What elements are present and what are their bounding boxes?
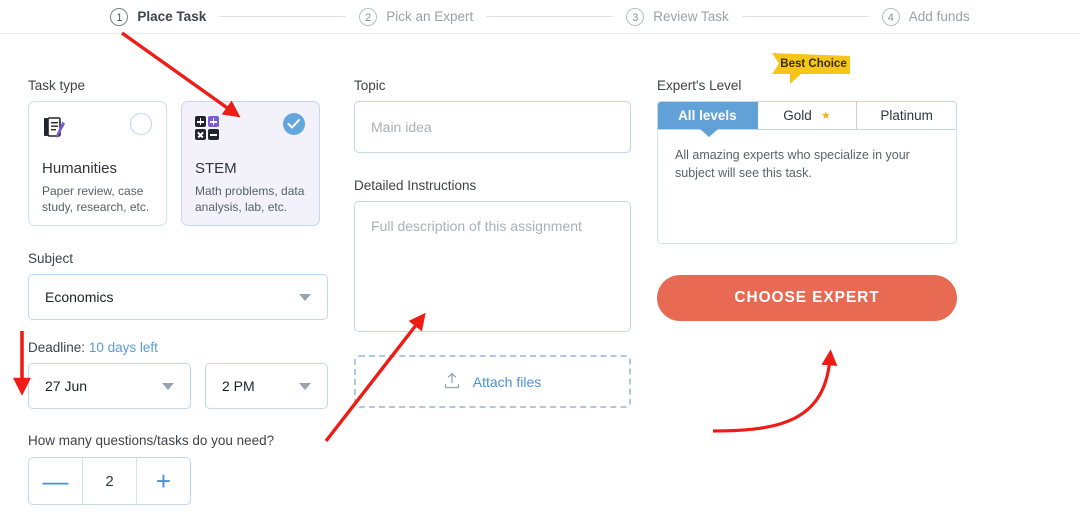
- expert-level-description: All amazing experts who specialize in yo…: [675, 148, 910, 180]
- tab-platinum[interactable]: Platinum: [857, 102, 956, 129]
- star-icon: ★: [820, 110, 831, 122]
- active-tab-notch: [700, 129, 718, 137]
- instructions-textarea[interactable]: Full description of this assignment: [354, 201, 631, 332]
- progress-stepper: 1 Place Task 2 Pick an Expert 3 Review T…: [0, 0, 1080, 34]
- expert-level-label: Expert's Level Best Choice: [657, 53, 957, 93]
- middle-column: Topic Main idea Detailed Instructions Fu…: [354, 78, 631, 408]
- task-type-radio-humanities[interactable]: [130, 113, 152, 135]
- tab-label: Platinum: [880, 108, 933, 123]
- step-number: 3: [626, 7, 645, 26]
- tab-label: All levels: [678, 108, 737, 123]
- attach-files-label: Attach files: [472, 373, 542, 390]
- quantity-decrement-button[interactable]: —: [29, 458, 82, 504]
- attach-files-dropzone[interactable]: Attach files: [354, 355, 631, 408]
- deadline-time-value: 2 PM: [222, 378, 255, 394]
- instructions-label: Detailed Instructions: [354, 178, 477, 193]
- left-column: Task type Humanities Paper review, case …: [28, 78, 328, 505]
- step-connector: [741, 16, 869, 17]
- card-title: STEM: [195, 160, 237, 177]
- chevron-down-icon: [299, 383, 311, 390]
- quantity-increment-button[interactable]: +: [137, 458, 190, 504]
- topic-label: Topic: [354, 78, 386, 93]
- deadline-label-text: Deadline:: [28, 340, 86, 355]
- step-pick-an-expert[interactable]: 2 Pick an Expert: [359, 7, 474, 26]
- card-description: Math problems, data analysis, lab, etc.: [195, 184, 305, 214]
- topic-placeholder: Main idea: [371, 119, 432, 135]
- expert-level-panel: All amazing experts who specialize in yo…: [657, 129, 957, 244]
- tab-all-levels[interactable]: All levels: [658, 102, 758, 129]
- step-label: Add funds: [908, 9, 970, 24]
- quantity-label: How many questions/tasks do you need?: [28, 433, 275, 448]
- step-place-task[interactable]: 1 Place Task: [110, 7, 207, 26]
- subject-label: Subject: [28, 251, 74, 266]
- expert-level-label-text: Expert's Level: [657, 78, 742, 93]
- chevron-down-icon: [162, 383, 174, 390]
- upload-icon: [444, 372, 460, 392]
- best-choice-badge-text: Best Choice: [780, 57, 847, 70]
- step-label: Place Task: [137, 9, 207, 24]
- step-label: Pick an Expert: [386, 9, 474, 24]
- step-add-funds[interactable]: 4 Add funds: [881, 7, 970, 26]
- arrow-to-choose-expert: [712, 349, 838, 433]
- card-description: Paper review, case study, research, etc.: [42, 184, 150, 214]
- step-number: 2: [359, 7, 378, 26]
- deadline-label: Deadline: 10 days left: [28, 340, 328, 355]
- step-connector: [486, 16, 614, 17]
- task-type-card-humanities[interactable]: Humanities Paper review, case study, res…: [28, 101, 167, 226]
- step-number: 4: [881, 7, 900, 26]
- step-label: Review Task: [653, 9, 729, 24]
- tab-gold[interactable]: Gold ★: [757, 102, 858, 129]
- choose-expert-button[interactable]: CHOOSE EXPERT: [657, 275, 957, 321]
- deadline-time-select[interactable]: 2 PM: [205, 363, 328, 409]
- subject-value: Economics: [45, 289, 114, 305]
- badge-pointer: [790, 73, 802, 84]
- step-review-task[interactable]: 3 Review Task: [626, 7, 729, 26]
- deadline-date-select[interactable]: 27 Jun: [28, 363, 191, 409]
- deadline-row: 27 Jun 2 PM: [28, 363, 328, 409]
- best-choice-badge: Best Choice: [772, 53, 850, 84]
- topic-input[interactable]: Main idea: [354, 101, 631, 153]
- step-connector: [219, 16, 347, 17]
- quantity-stepper: — 2 +: [28, 457, 191, 505]
- tab-label: Gold: [783, 108, 812, 123]
- instructions-placeholder: Full description of this assignment: [371, 218, 582, 234]
- task-type-radio-stem-checked[interactable]: [283, 113, 305, 135]
- card-title: Humanities: [42, 160, 118, 177]
- check-icon: [287, 119, 300, 129]
- step-number: 1: [110, 7, 129, 26]
- task-type-cards: Humanities Paper review, case study, res…: [28, 101, 328, 226]
- right-column: Expert's Level Best Choice All levels Go…: [657, 53, 957, 321]
- task-type-label: Task type: [28, 78, 86, 93]
- task-type-card-stem[interactable]: STEM Math problems, data analysis, lab, …: [181, 101, 320, 226]
- deadline-days-left: 10 days left: [88, 340, 158, 355]
- quantity-value[interactable]: 2: [83, 458, 136, 504]
- deadline-date-value: 27 Jun: [45, 378, 88, 394]
- subject-select[interactable]: Economics: [28, 274, 328, 320]
- expert-level-tabs: All levels Gold ★ Platinum: [657, 101, 957, 130]
- choose-expert-label: CHOOSE EXPERT: [734, 289, 880, 306]
- chevron-down-icon: [299, 294, 311, 301]
